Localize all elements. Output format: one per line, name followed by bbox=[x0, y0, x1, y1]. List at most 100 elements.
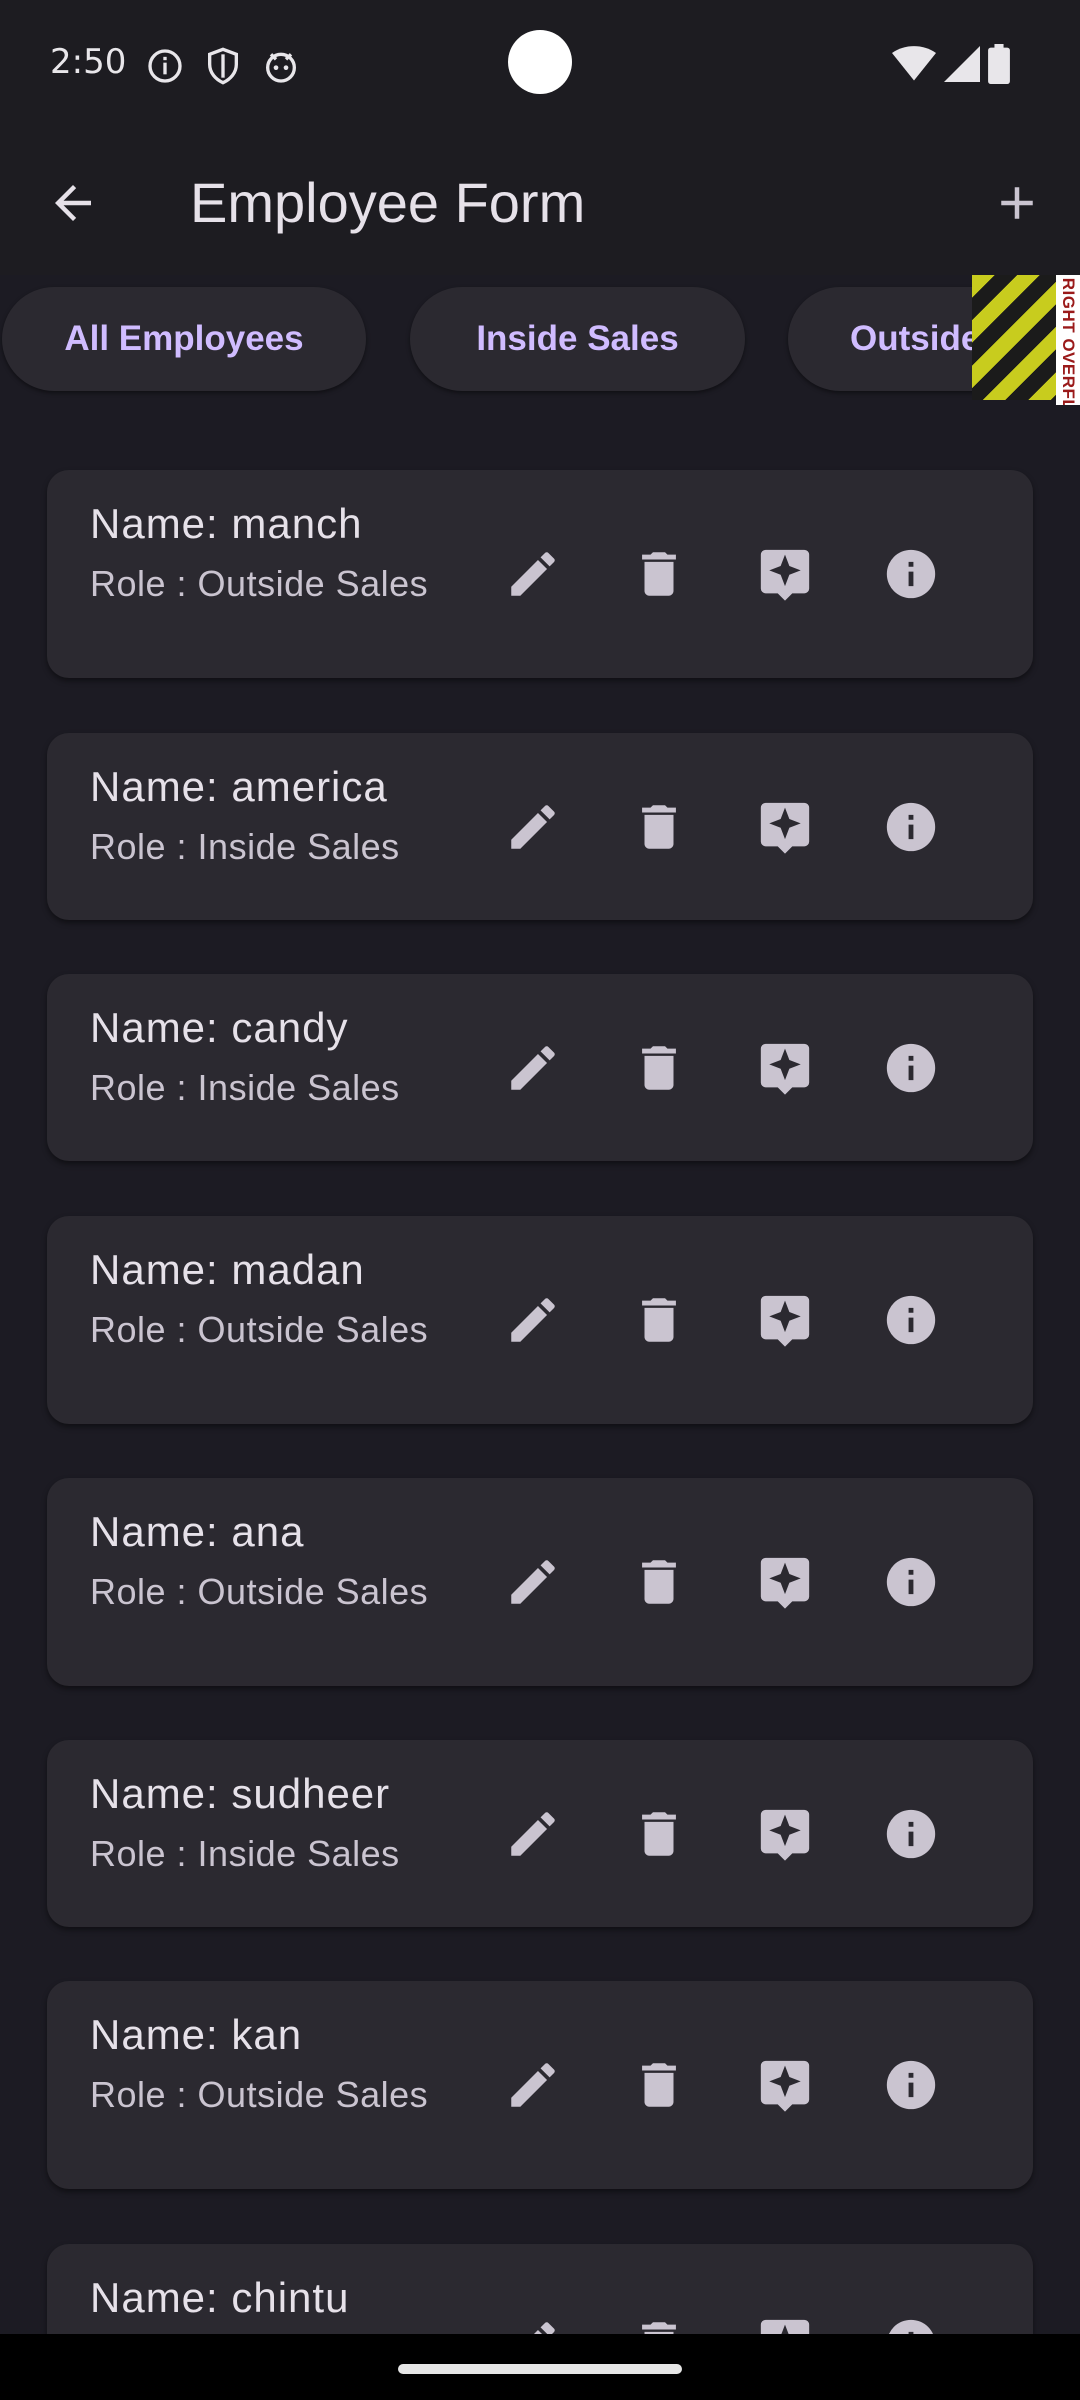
review-button[interactable] bbox=[749, 1546, 821, 1618]
employee-role: Role : Outside Sales bbox=[90, 1571, 429, 1612]
employee-role: Role : Outside Sales bbox=[90, 563, 429, 604]
info-button[interactable] bbox=[875, 791, 947, 863]
system-nav-bar bbox=[0, 2334, 1080, 2400]
pencil-icon bbox=[511, 1811, 555, 1856]
tab-all-employees[interactable]: All Employees bbox=[2, 287, 366, 391]
trash-icon bbox=[642, 1560, 676, 1604]
overflow-warning-stripes bbox=[972, 275, 1056, 400]
pencil-icon bbox=[511, 552, 555, 596]
edit-button[interactable] bbox=[497, 1798, 569, 1870]
delete-button[interactable] bbox=[623, 791, 695, 863]
arrow-back-icon bbox=[55, 185, 91, 221]
employee-name: Name: kan bbox=[90, 2011, 303, 2058]
info-button[interactable] bbox=[875, 1798, 947, 1870]
trash-icon bbox=[642, 552, 676, 596]
filter-tabs: All Employees Inside Sales Outside Sales… bbox=[0, 275, 1080, 405]
employee-card: Name: america Role : Inside Sales bbox=[47, 733, 1033, 920]
review-button[interactable] bbox=[749, 538, 821, 610]
home-gesture-handle[interactable] bbox=[398, 2364, 682, 2374]
edit-button[interactable] bbox=[497, 2049, 569, 2121]
employee-name: Name: america bbox=[90, 763, 388, 810]
info-icon bbox=[886, 1043, 936, 1092]
trash-icon bbox=[642, 1811, 676, 1856]
info-button[interactable] bbox=[875, 1032, 947, 1104]
trash-icon bbox=[642, 1045, 676, 1090]
employee-role: Role : Inside Sales bbox=[90, 1833, 400, 1874]
sparkle-feedback-icon bbox=[760, 1557, 810, 1609]
pencil-icon bbox=[511, 1560, 555, 1604]
info-icon bbox=[886, 802, 936, 851]
employee-card: Name: candy Role : Inside Sales bbox=[47, 974, 1033, 1161]
tab-inside-sales[interactable]: Inside Sales bbox=[410, 287, 745, 391]
info-button[interactable] bbox=[875, 1546, 947, 1618]
employee-role: Role : Outside Sales bbox=[90, 1309, 429, 1350]
employee-card: Name: sudheer Role : Inside Sales bbox=[47, 1740, 1033, 1927]
signal-icon bbox=[944, 46, 980, 82]
employee-role: Role : Inside Sales bbox=[90, 826, 400, 867]
sparkle-feedback-icon bbox=[760, 1043, 810, 1095]
info-status-icon bbox=[148, 49, 182, 83]
delete-button[interactable] bbox=[623, 1546, 695, 1618]
delete-button[interactable] bbox=[623, 1798, 695, 1870]
employee-card: Name: madan Role : Outside Sales bbox=[47, 1216, 1033, 1424]
info-button[interactable] bbox=[875, 538, 947, 610]
employee-name: Name: candy bbox=[90, 1004, 349, 1051]
review-button[interactable] bbox=[749, 1284, 821, 1356]
review-button[interactable] bbox=[749, 2049, 821, 2121]
shield-status-icon bbox=[208, 47, 238, 85]
sparkle-feedback-icon bbox=[760, 1809, 810, 1861]
info-icon bbox=[886, 1295, 936, 1345]
review-button[interactable] bbox=[749, 791, 821, 863]
add-employee-button[interactable] bbox=[984, 170, 1050, 236]
sparkle-feedback-icon bbox=[760, 2060, 810, 2112]
pencil-icon bbox=[511, 804, 555, 849]
status-time: 2:50 bbox=[50, 42, 127, 82]
status-notification-icons bbox=[145, 46, 301, 86]
employee-role: Role : Inside Sales bbox=[90, 1067, 400, 1108]
employee-name: Name: sudheer bbox=[90, 1770, 391, 1817]
trash-icon bbox=[642, 1298, 676, 1342]
info-button[interactable] bbox=[875, 1284, 947, 1356]
back-button[interactable] bbox=[40, 170, 106, 236]
delete-button[interactable] bbox=[623, 1284, 695, 1356]
sparkle-feedback-icon bbox=[760, 549, 810, 601]
info-button[interactable] bbox=[875, 2049, 947, 2121]
pencil-icon bbox=[511, 2063, 555, 2107]
employee-name: Name: madan bbox=[90, 1246, 365, 1293]
employee-name: Name: ana bbox=[90, 1508, 305, 1555]
employee-card: Name: manch Role : Outside Sales bbox=[47, 470, 1033, 678]
info-icon bbox=[886, 2060, 936, 2110]
trash-icon bbox=[642, 804, 676, 849]
review-button[interactable] bbox=[749, 1032, 821, 1104]
info-icon bbox=[886, 549, 936, 599]
overflow-warning-label: RIGHT OVERFLOWED BY bbox=[1056, 275, 1080, 405]
add-icon bbox=[1001, 187, 1033, 219]
info-icon bbox=[886, 1809, 936, 1858]
employee-name: Name: manch bbox=[90, 500, 363, 547]
android-status-icon bbox=[266, 52, 296, 83]
employee-role: Role : Outside Sales bbox=[90, 2074, 429, 2115]
edit-button[interactable] bbox=[497, 791, 569, 863]
edit-button[interactable] bbox=[497, 1032, 569, 1104]
delete-button[interactable] bbox=[623, 1032, 695, 1104]
status-system-icons bbox=[892, 44, 1010, 84]
sparkle-feedback-icon bbox=[760, 802, 810, 854]
trash-icon bbox=[642, 2063, 676, 2107]
pencil-icon bbox=[511, 1045, 555, 1090]
pencil-icon bbox=[511, 1298, 555, 1342]
edit-button[interactable] bbox=[497, 538, 569, 610]
employee-card: Name: kan Role : Outside Sales bbox=[47, 1981, 1033, 2189]
info-icon bbox=[886, 1557, 936, 1607]
sparkle-feedback-icon bbox=[760, 1295, 810, 1347]
app-bar: Employee Form bbox=[0, 130, 1080, 275]
camera-cutout bbox=[508, 30, 572, 94]
edit-button[interactable] bbox=[497, 1546, 569, 1618]
battery-icon bbox=[988, 44, 1010, 84]
review-button[interactable] bbox=[749, 1798, 821, 1870]
delete-button[interactable] bbox=[623, 538, 695, 610]
employee-name: Name: chintu bbox=[90, 2274, 350, 2321]
delete-button[interactable] bbox=[623, 2049, 695, 2121]
employee-card: Name: ana Role : Outside Sales bbox=[47, 1478, 1033, 1686]
edit-button[interactable] bbox=[497, 1284, 569, 1356]
page-title: Employee Form bbox=[190, 171, 586, 234]
